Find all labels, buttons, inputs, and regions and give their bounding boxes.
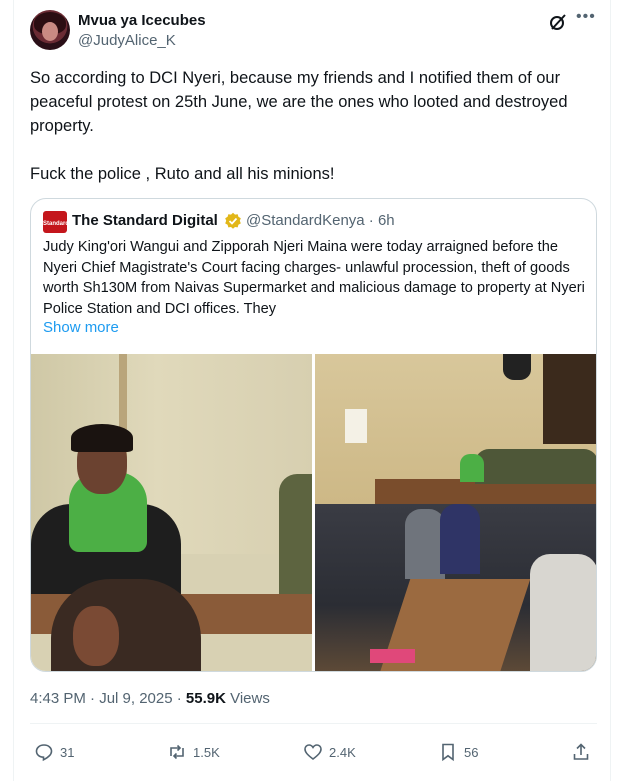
timeline-border-left [13, 0, 14, 781]
photo-lawyer-blue [440, 504, 480, 574]
quote-handle-time: @StandardKenya · 6h [246, 212, 395, 229]
photo-notice [345, 409, 367, 443]
photo-courtroom[interactable] [315, 354, 596, 671]
user-block: Mvua ya Icecubes @JudyAlice_K [78, 12, 206, 50]
reply-icon [35, 744, 53, 762]
tweet-timestamp[interactable]: 4:43 PM · Jul 9, 2025 · [30, 690, 186, 707]
photo-foreground-face [73, 606, 119, 666]
avatar-face [42, 22, 58, 41]
bookmark-icon [442, 743, 454, 762]
standard-logo-icon: Standard [43, 211, 69, 233]
quote-text: Judy King'ori Wangui and Zipporah Njeri … [43, 239, 585, 317]
photo-right-person [530, 554, 596, 671]
divider [30, 723, 597, 724]
heart-icon [304, 744, 322, 761]
bookmark-count: 56 [464, 744, 479, 760]
bookmark-button[interactable]: 56 [438, 742, 478, 762]
user-handle[interactable]: @JudyAlice_K [78, 32, 206, 50]
repost-button[interactable]: 1.5K [167, 742, 220, 762]
photo-lawyer-grey [405, 509, 445, 579]
repost-icon [170, 744, 184, 760]
photo-window [543, 354, 596, 444]
display-name[interactable]: Mvua ya Icecubes [78, 12, 206, 30]
more-options-icon[interactable]: ••• [576, 8, 596, 26]
reply-count: 31 [60, 744, 75, 760]
photo-accused-women[interactable] [31, 354, 312, 671]
show-more-link[interactable]: Show more [43, 319, 119, 336]
photo-soldier-shoulder [279, 474, 312, 614]
tweet-text: So according to DCI Nyeri, because my fr… [30, 69, 568, 183]
quote-display-name: The Standard Digital [72, 212, 218, 229]
timeline-border-right [610, 0, 611, 781]
photo-clerk-green [460, 454, 484, 482]
like-button[interactable]: 2.4K [303, 742, 356, 762]
views-label: Views [225, 690, 270, 707]
photo-pink-bag [370, 649, 415, 663]
tweet-meta: 4:43 PM · Jul 9, 2025 · 55.9K Views [30, 690, 270, 707]
share-button[interactable] [571, 742, 591, 762]
photo-officers [475, 449, 596, 484]
like-count: 2.4K [329, 744, 356, 760]
photo-woman-hair [71, 424, 133, 452]
grok-icon[interactable] [548, 12, 568, 32]
share-icon [573, 743, 589, 760]
quoted-tweet[interactable]: Standard The Standard Digital @StandardK… [30, 198, 597, 672]
avatar[interactable] [30, 10, 70, 50]
photo-speaker [503, 354, 531, 380]
verified-badge-icon [225, 212, 241, 229]
views-count: 55.9K [185, 690, 226, 707]
repost-count: 1.5K [193, 744, 220, 760]
reply-button[interactable]: 31 [34, 742, 74, 762]
